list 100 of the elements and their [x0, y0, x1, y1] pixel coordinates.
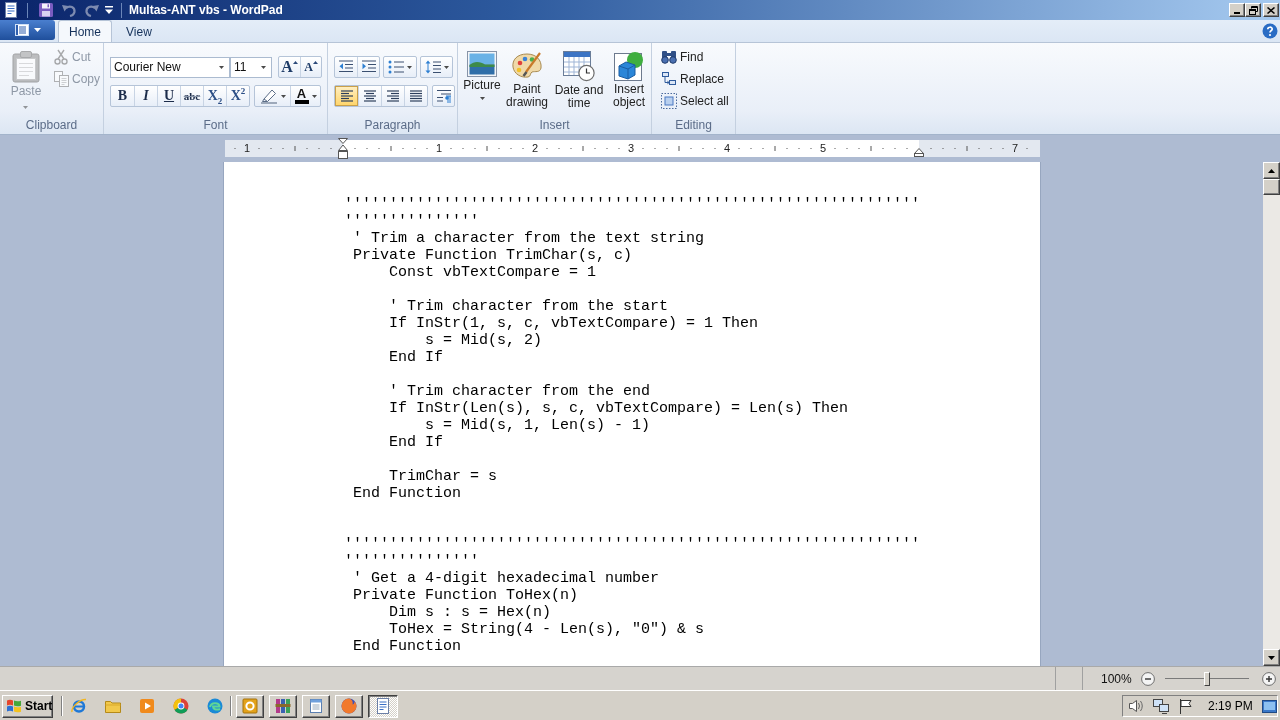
zoom-in-icon[interactable] [1261, 671, 1276, 686]
notepad-icon [308, 698, 324, 714]
bullet-list-button[interactable] [383, 56, 417, 78]
insert-object-button[interactable]: Insert object [608, 49, 650, 109]
scissors-icon [53, 49, 69, 65]
paint-drawing-button[interactable]: Paint drawing [504, 49, 550, 109]
line-spacing-button[interactable] [420, 56, 453, 78]
caret-icon [219, 65, 224, 69]
align-left-button[interactable] [335, 86, 358, 106]
flag-icon[interactable] [1178, 698, 1194, 714]
group-label: Paragraph [364, 117, 421, 133]
scroll-up-button[interactable] [1263, 162, 1280, 179]
paragraph-icon [435, 89, 452, 103]
code-line: ''''''''''''''' [344, 553, 480, 570]
ruler-number: 3 [627, 141, 635, 156]
underline-button[interactable]: U [157, 86, 180, 106]
italic-button[interactable]: I [134, 86, 157, 106]
font-family-dropdown[interactable]: Courier New [110, 56, 230, 78]
group-label: Insert [539, 117, 570, 133]
desktop-icon[interactable] [1261, 699, 1277, 713]
select-all-icon [661, 93, 677, 109]
increase-indent-icon [360, 60, 377, 74]
calendar-clock-icon [563, 51, 595, 82]
minimize-icon [1234, 12, 1240, 14]
code-line: End If [389, 434, 443, 451]
ruler-number: 5 [819, 141, 827, 156]
find-button[interactable]: Find [658, 46, 735, 68]
shrink-font-button[interactable]: A [300, 57, 321, 77]
document-icon [14, 24, 29, 36]
bullet-list-icon [388, 60, 404, 74]
color-swatch-icon [294, 100, 309, 104]
caret-icon [407, 65, 412, 69]
flag-icon [6, 699, 22, 713]
code-line: If InStr(Len(s), s, c, vbTextCompare) = Len(s) Then [389, 400, 849, 417]
start-button[interactable]: Start [2, 694, 53, 718]
caret-icon [312, 61, 318, 64]
ruler-number: 4 [723, 141, 731, 156]
code-line: ToHex = String(4 - Len(s), "0") & s [389, 621, 705, 638]
document-icon[interactable] [3, 2, 19, 18]
zoom-out-icon[interactable] [1140, 671, 1155, 686]
justify-icon [409, 90, 423, 102]
increase-indent-button[interactable] [357, 57, 379, 77]
caret-icon [443, 65, 449, 69]
taskbar-button[interactable] [368, 694, 398, 718]
zoom-level: 100% [1101, 671, 1132, 686]
browser-icon[interactable] [71, 698, 87, 714]
scroll-down-button[interactable] [1263, 649, 1280, 666]
close-icon [1267, 6, 1275, 14]
browser-icon [341, 698, 357, 714]
code-line: End If [389, 349, 443, 366]
restore-button[interactable] [1245, 3, 1261, 17]
palette-icon [511, 51, 543, 81]
highlighter-icon [259, 88, 278, 104]
ribbon-tab[interactable]: View [115, 20, 163, 42]
code-line: ' Get a 4-digit hexadecimal number [353, 570, 660, 587]
replace-button[interactable]: Replace [658, 68, 735, 90]
caret-icon [280, 94, 286, 98]
caret-icon [479, 97, 485, 100]
date-time-button[interactable]: Date and time [552, 49, 606, 110]
code-line: TrimChar = s [389, 468, 498, 485]
close-button[interactable] [1263, 3, 1279, 17]
paragraph-button[interactable] [432, 85, 455, 107]
code-line: Private Function ToHex(n) [353, 587, 579, 604]
font-size-dropdown[interactable]: 11 [230, 56, 272, 78]
code-line: '''''''''''''''''''''''''''''''''''''''''''''''''''''''''''''''' [344, 196, 921, 213]
indent-marker-icon[interactable] [914, 148, 924, 157]
speaker-icon[interactable] [1128, 698, 1144, 714]
select-all-button[interactable]: Select all [658, 90, 735, 112]
document-icon [375, 698, 391, 714]
tile-icon [242, 698, 258, 714]
grow-font-button[interactable]: A [279, 57, 300, 77]
scroll-thumb[interactable] [1263, 179, 1280, 195]
caret-icon[interactable] [105, 6, 113, 14]
network-icon[interactable] [1153, 698, 1169, 714]
save-icon[interactable] [38, 2, 54, 18]
ribbon-tab[interactable]: Home [58, 20, 112, 42]
picture-button[interactable]: Picture [462, 49, 502, 100]
slider-thumb[interactable] [1203, 671, 1210, 686]
font-color-button[interactable]: A [290, 86, 320, 106]
help-icon[interactable] [1262, 23, 1278, 39]
code-line: s = Mid(s, 1, Len(s) - 1) [425, 417, 651, 434]
superscript-button[interactable]: X$^{2}$ [226, 86, 249, 106]
indent-marker-icon[interactable] [338, 138, 348, 159]
caret-icon [261, 65, 266, 69]
code-line: ' Trim character from the end [389, 383, 651, 400]
replace-icon [661, 71, 677, 87]
caret-icon [23, 106, 29, 109]
up-arrow-icon [1268, 168, 1275, 173]
caret-icon [33, 28, 41, 32]
app-menu-button[interactable] [0, 20, 55, 40]
shapes-icon [614, 51, 644, 81]
ruler-number: 1 [243, 141, 251, 156]
browser-icon[interactable] [173, 698, 189, 714]
minimize-button[interactable] [1229, 3, 1245, 17]
code-line: Dim s : s = Hex(n) [389, 604, 552, 621]
subscript-button[interactable]: X$_{2}$ [203, 86, 226, 106]
code-line: s = Mid(s, 2) [425, 332, 543, 349]
bold-button[interactable]: B [111, 86, 134, 106]
caret-icon [311, 94, 317, 98]
clock[interactable]: 2:19 PM [1208, 699, 1253, 713]
